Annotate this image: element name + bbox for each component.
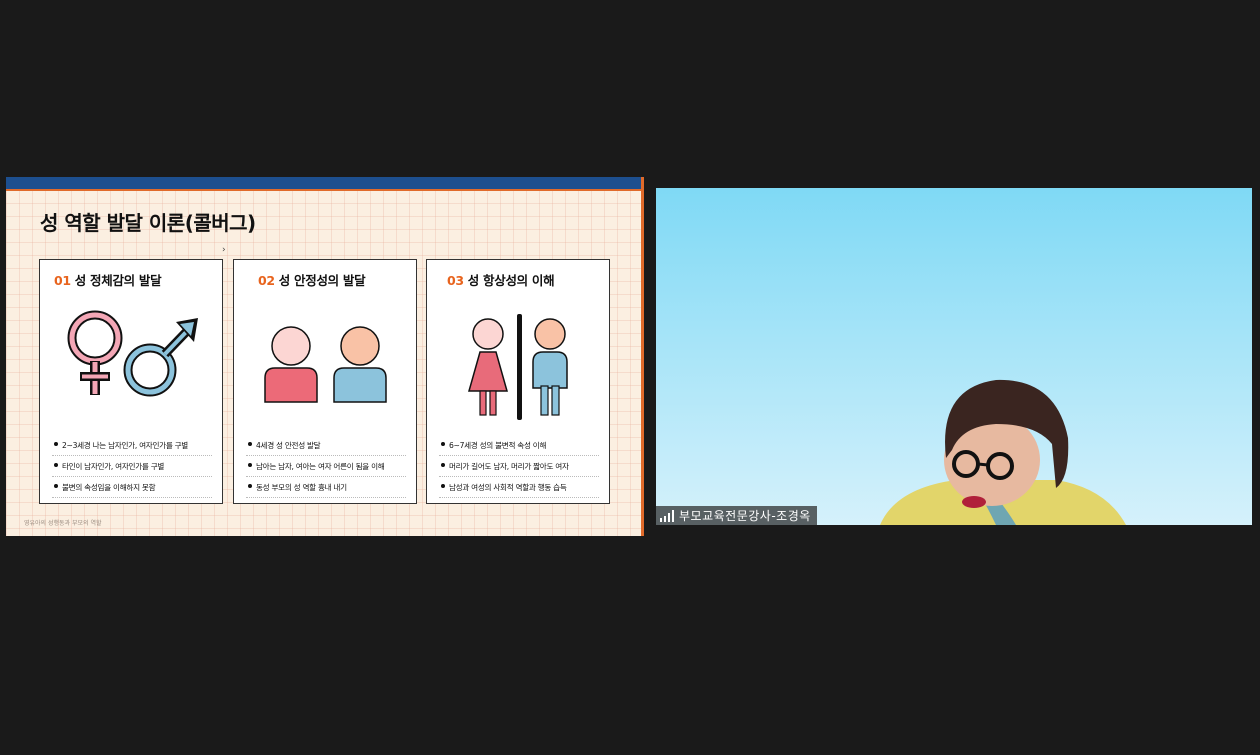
card-bullet-list: 4세경 성 안전성 발달 남아는 남자, 여아는 여자 어른이 됨을 이해 동성… <box>246 438 406 501</box>
bullet-item: 동성 부모의 성 역할 흉내 내기 <box>246 480 406 498</box>
card-number: 03 <box>447 273 464 288</box>
two-people-icon <box>264 326 387 403</box>
gender-symbols-icon <box>67 310 198 397</box>
participant-name: 부모교육전문강사-조경옥 <box>679 509 811 523</box>
bullet-item: 불변의 속성임을 이해하지 못함 <box>52 480 212 498</box>
bullet-item: 6~7세경 성의 불변적 속성 이해 <box>439 438 599 456</box>
bullet-item: 2~3세경 나는 남자인가, 여자인가를 구별 <box>52 438 212 456</box>
signal-bars-icon <box>660 509 674 522</box>
card-gender-constancy: 03 성 항상성의 이해 6~7세경 성의 불변적 속성 이해 머리가 길어도 남… <box>426 259 610 504</box>
participant-video-tile[interactable]: 부모교육전문강사-조경옥 <box>656 188 1252 525</box>
card-heading-text: 성 항상성의 이해 <box>467 273 555 288</box>
card-number: 01 <box>54 273 71 288</box>
card-gender-identity: 01 성 정체감의 발달 2~3세경 나는 남자인가, 여자인가를 구별 타인이 … <box>39 259 223 504</box>
card-heading: 02 성 안정성의 발달 <box>258 270 366 289</box>
card-heading: 01 성 정체감의 발달 <box>54 270 162 289</box>
slide-footer: 영유아의 성행동과 부모의 역할 <box>24 520 102 527</box>
card-heading: 03 성 항상성의 이해 <box>447 270 555 289</box>
card-heading-text: 성 정체감의 발달 <box>74 273 162 288</box>
mouse-cursor-icon: › <box>222 245 226 255</box>
card-number: 02 <box>258 273 275 288</box>
card-bullet-list: 2~3세경 나는 남자인가, 여자인가를 구별 타인이 남자인가, 여자인가를 … <box>52 438 212 501</box>
slide-top-bar <box>6 177 641 189</box>
bullet-item: 4세경 성 안전성 발달 <box>246 438 406 456</box>
slide-top-accent <box>6 189 641 191</box>
slide-title: 성 역할 발달 이론(콜버그) <box>40 211 256 235</box>
card-bullet-list: 6~7세경 성의 불변적 속성 이해 머리가 길어도 남자, 머리가 짧아도 여… <box>439 438 599 501</box>
card-heading-text: 성 안정성의 발달 <box>278 273 366 288</box>
restroom-figures-icon <box>468 314 568 420</box>
speaker-video-feed <box>880 379 1126 525</box>
bullet-item: 남아는 남자, 여아는 여자 어른이 됨을 이해 <box>246 459 406 477</box>
bullet-item: 남성과 여성의 사회적 역할과 행동 습득 <box>439 480 599 498</box>
shared-screen-slide[interactable]: 성 역할 발달 이론(콜버그) › 01 성 정체감의 발달 2~3세경 나는 남… <box>6 177 644 536</box>
card-gender-stability: 02 성 안정성의 발달 4세경 성 안전성 발달 남아는 남자, 여아는 여자 … <box>233 259 417 504</box>
participant-name-bar: 부모교육전문강사-조경옥 <box>656 506 817 525</box>
bullet-item: 타인이 남자인가, 여자인가를 구별 <box>52 459 212 477</box>
bullet-item: 머리가 길어도 남자, 머리가 짧아도 여자 <box>439 459 599 477</box>
